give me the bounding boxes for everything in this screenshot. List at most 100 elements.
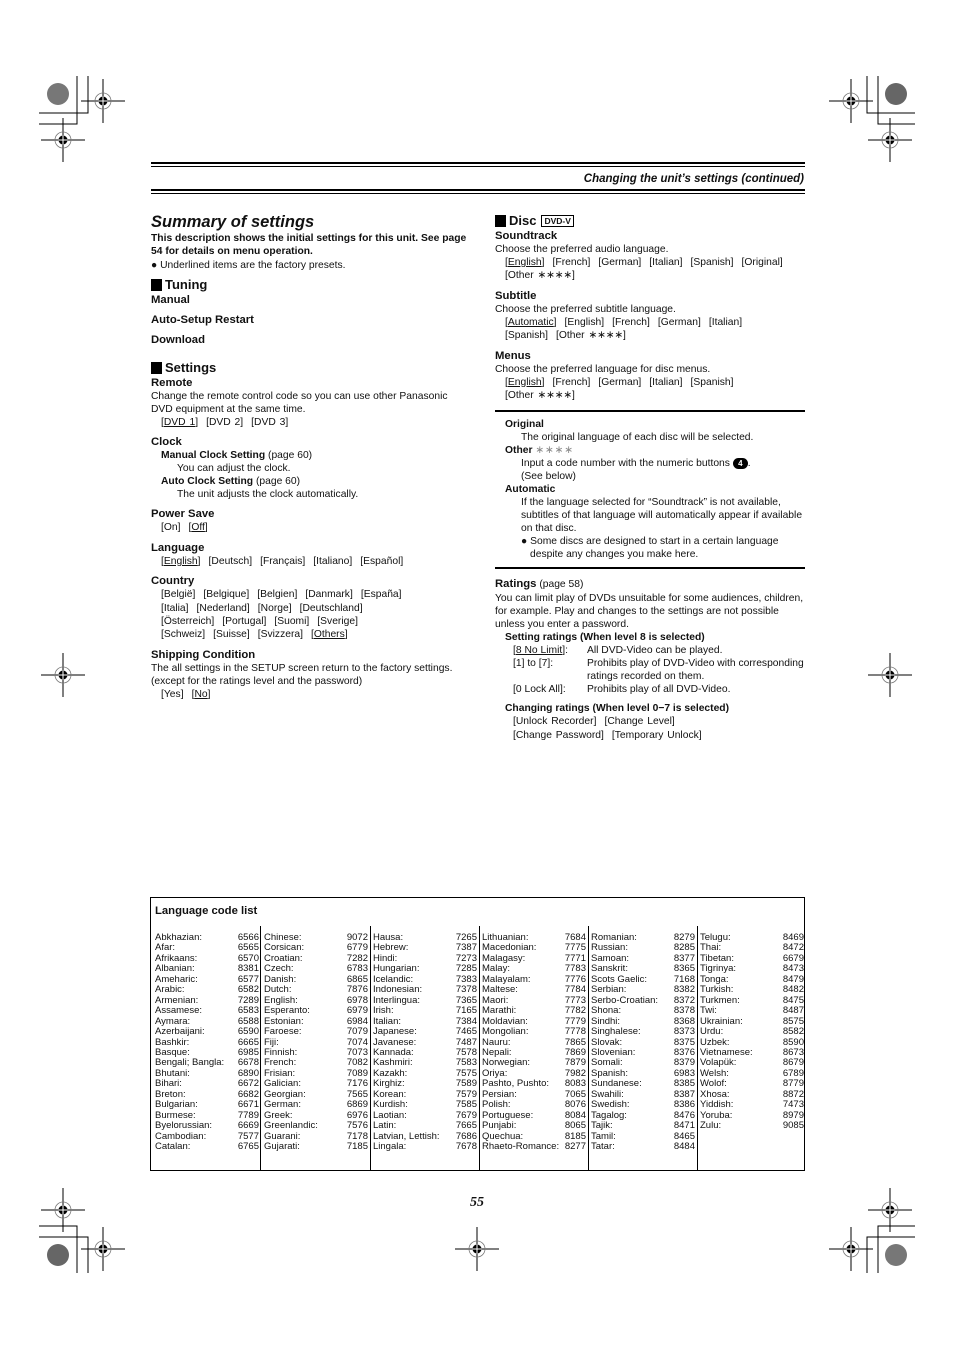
option-label: French [614,316,648,328]
country-options-row: [Österreich] [Portugal] [Suomi] [Sverige] [151,615,471,628]
page-ref: (page 60) [255,476,301,488]
page-title: Summary of settings [151,213,315,231]
default-option-label: English [507,257,542,268]
option: [Other ∗∗∗∗] [505,390,575,402]
language-code-row: Azerbaijani: 6590 [155,1026,259,1037]
original-desc: The original language of each disc will … [521,432,754,444]
option-label: German [660,316,698,328]
language-notes-box: Original The original language of each d… [495,410,805,570]
default-option-label: Others [313,629,345,641]
remote-options: [DVD 1] [DVD 2] [DVD 3] [151,416,471,429]
column-divider [479,926,480,1170]
language-code: 6765 [237,1141,259,1153]
subtitle-options-row: [Automatic] [English] [French] [German] [Ita… [495,316,805,329]
language-name: Urdu: [700,1026,724,1038]
option-label: Unlock Recorder [515,716,594,728]
option-label: Suomi [277,615,307,627]
manual-clock-desc: You can adjust the clock. [177,463,291,475]
section-heading: Tuning [165,276,208,292]
language-code: 8484 [673,1141,695,1153]
option-label: España [363,589,399,601]
language-name: Tatar: [591,1141,615,1153]
default-option-label: English [507,376,542,388]
option: [Unlock Recorder] [513,716,597,728]
option-label: Nederland [199,602,247,614]
shipping-desc-note: (except for the ratings level and the pa… [151,675,363,687]
option-label: Yes [163,688,181,700]
option: [Italian] [708,316,743,328]
factory-preset-note: ● Underlined items are the factory prese… [151,259,346,271]
option-label: Portugal [225,615,264,627]
language-name: Lingala: [373,1141,407,1153]
option: [Español] [360,555,404,567]
option: [Change Level] [604,716,675,728]
changing-ratings-row: [Change Password] [Temporary Unlock] [495,729,805,742]
option: [Schweiz] [161,629,206,641]
language-code-row: Mongolian: 7778 [482,1026,586,1037]
option: [DVD 2] [206,416,244,428]
language-code-row: Japanese: 7465 [373,1026,477,1038]
option-label: Italian [652,257,680,268]
changing-ratings-heading: Changing ratings (When level 0−7 is sele… [505,703,730,715]
option: [German] [598,257,642,268]
running-title: Changing the unit’s settings (continued) [583,173,804,185]
country-options-row: [Italia] [Nederland] [Norge] [Deutschland] [151,602,471,615]
option: [Other ∗∗∗∗] [555,330,626,342]
power-save-label: Power Save [151,508,215,521]
subtitle-options-row: [Spanish] [Other ∗∗∗∗] [495,329,805,342]
language-code-column: Romanian: 8279 Russian: 8285 Samoan: 8377 Sans… [591,932,695,1153]
language-code-list-title: Language code list [155,905,258,917]
shipping-desc: The all settings in the SETUP screen ret… [151,662,453,674]
dvd-v-badge: DVD-V [541,215,574,227]
option-label: On [163,522,178,534]
language-code-column: Lithuanian: 7684 Macedonian: 7775 Malagasy: 7… [482,932,586,1153]
column-divider [260,926,261,1170]
page-ref: (page 58) [539,579,584,591]
option: [Off] [188,522,208,534]
manual-clock-setting: Manual Clock Setting (page 60) [151,449,471,462]
language-code-row: Tatar: 8484 [591,1141,695,1153]
option-label: Other ∗∗∗∗ [507,270,572,282]
option-label: Français [262,555,303,567]
language-code-row: Zulu: 9085 [700,1120,804,1131]
auto-clock-label: Auto Clock Setting [161,476,254,488]
option-label: Other ∗∗∗∗ [558,330,623,342]
option: [Portugal] [222,615,267,627]
header-rule-top-thin [151,166,805,167]
option: [Italia] [161,602,189,614]
language-code: 7465 [455,1026,477,1038]
country-options-row: [België] [Belgique] [Belgien] [Danmark] [Esp… [151,588,471,601]
rating-key: [0 Lock All]: [513,684,566,696]
option: [Belgien] [257,589,298,601]
option-label: Belgien [260,589,295,601]
rating-key-label: 1] to [7 [515,658,548,670]
option: [Deutsch] [208,555,253,567]
soundtrack-options-row: [English] [French] [German] [Italian] [Spani… [495,256,805,269]
language-code-row: Catalan: 6765 [155,1141,259,1153]
default-option-label: Off [191,522,205,534]
color-target-icon [47,83,69,105]
auto-clock-setting: Auto Clock Setting (page 60) [151,475,471,488]
option: [Spanish] [505,330,548,342]
setting-ratings-table: [8 No Limit]: All DVD-Video can be played… [495,644,805,696]
soundtrack-desc: Choose the preferred audio language. [495,244,669,255]
bullet-text: Some discs are designed to start in a ce… [530,536,779,561]
option-label: Change Password [515,729,602,741]
subtitle-label: Subtitle [495,289,537,302]
section-tuning: Tuning [151,277,471,293]
header-rule-bottom [151,189,805,191]
section-marker-icon [151,361,162,374]
option-label: DVD 2 [208,416,241,428]
option-label: Italiano [316,555,350,567]
country-label: Country [151,575,195,588]
rating-value: All DVD-Video can be played. [587,645,723,657]
option-label: Other ∗∗∗∗ [507,390,572,402]
language-name: Japanese: [373,1026,417,1038]
option: [Yes] [161,688,184,700]
default-option-label: English [163,555,198,567]
ratings-heading: Ratings (page 58) [495,577,805,592]
tuning-download: Download [151,333,205,346]
option: [Italian] [649,257,683,268]
language-code: 7079 [346,1026,368,1038]
rating-key: [8 No Limit]: [513,645,568,657]
